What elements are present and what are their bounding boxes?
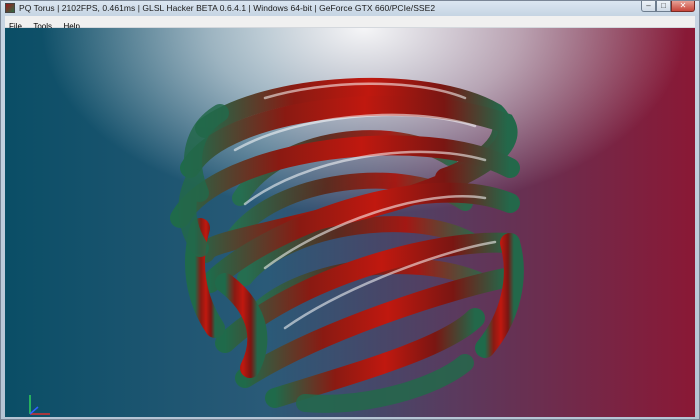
pq-torus-knot <box>170 77 524 413</box>
window-title: PQ Torus | 2102FPS, 0.461ms | GLSL Hacke… <box>19 3 436 13</box>
app-icon <box>5 3 15 13</box>
xyz-axes-icon <box>29 395 50 415</box>
render-viewport[interactable] <box>5 28 695 417</box>
title-bar[interactable]: PQ Torus | 2102FPS, 0.461ms | GLSL Hacke… <box>1 1 699 16</box>
maximize-icon[interactable]: □ <box>656 1 671 12</box>
close-icon[interactable]: ✕ <box>671 1 695 12</box>
app-window: PQ Torus | 2102FPS, 0.461ms | GLSL Hacke… <box>0 0 700 420</box>
menu-bar: File Tools Help <box>5 16 695 31</box>
minimize-icon[interactable]: – <box>641 1 656 12</box>
window-controls: – □ ✕ <box>641 1 695 13</box>
